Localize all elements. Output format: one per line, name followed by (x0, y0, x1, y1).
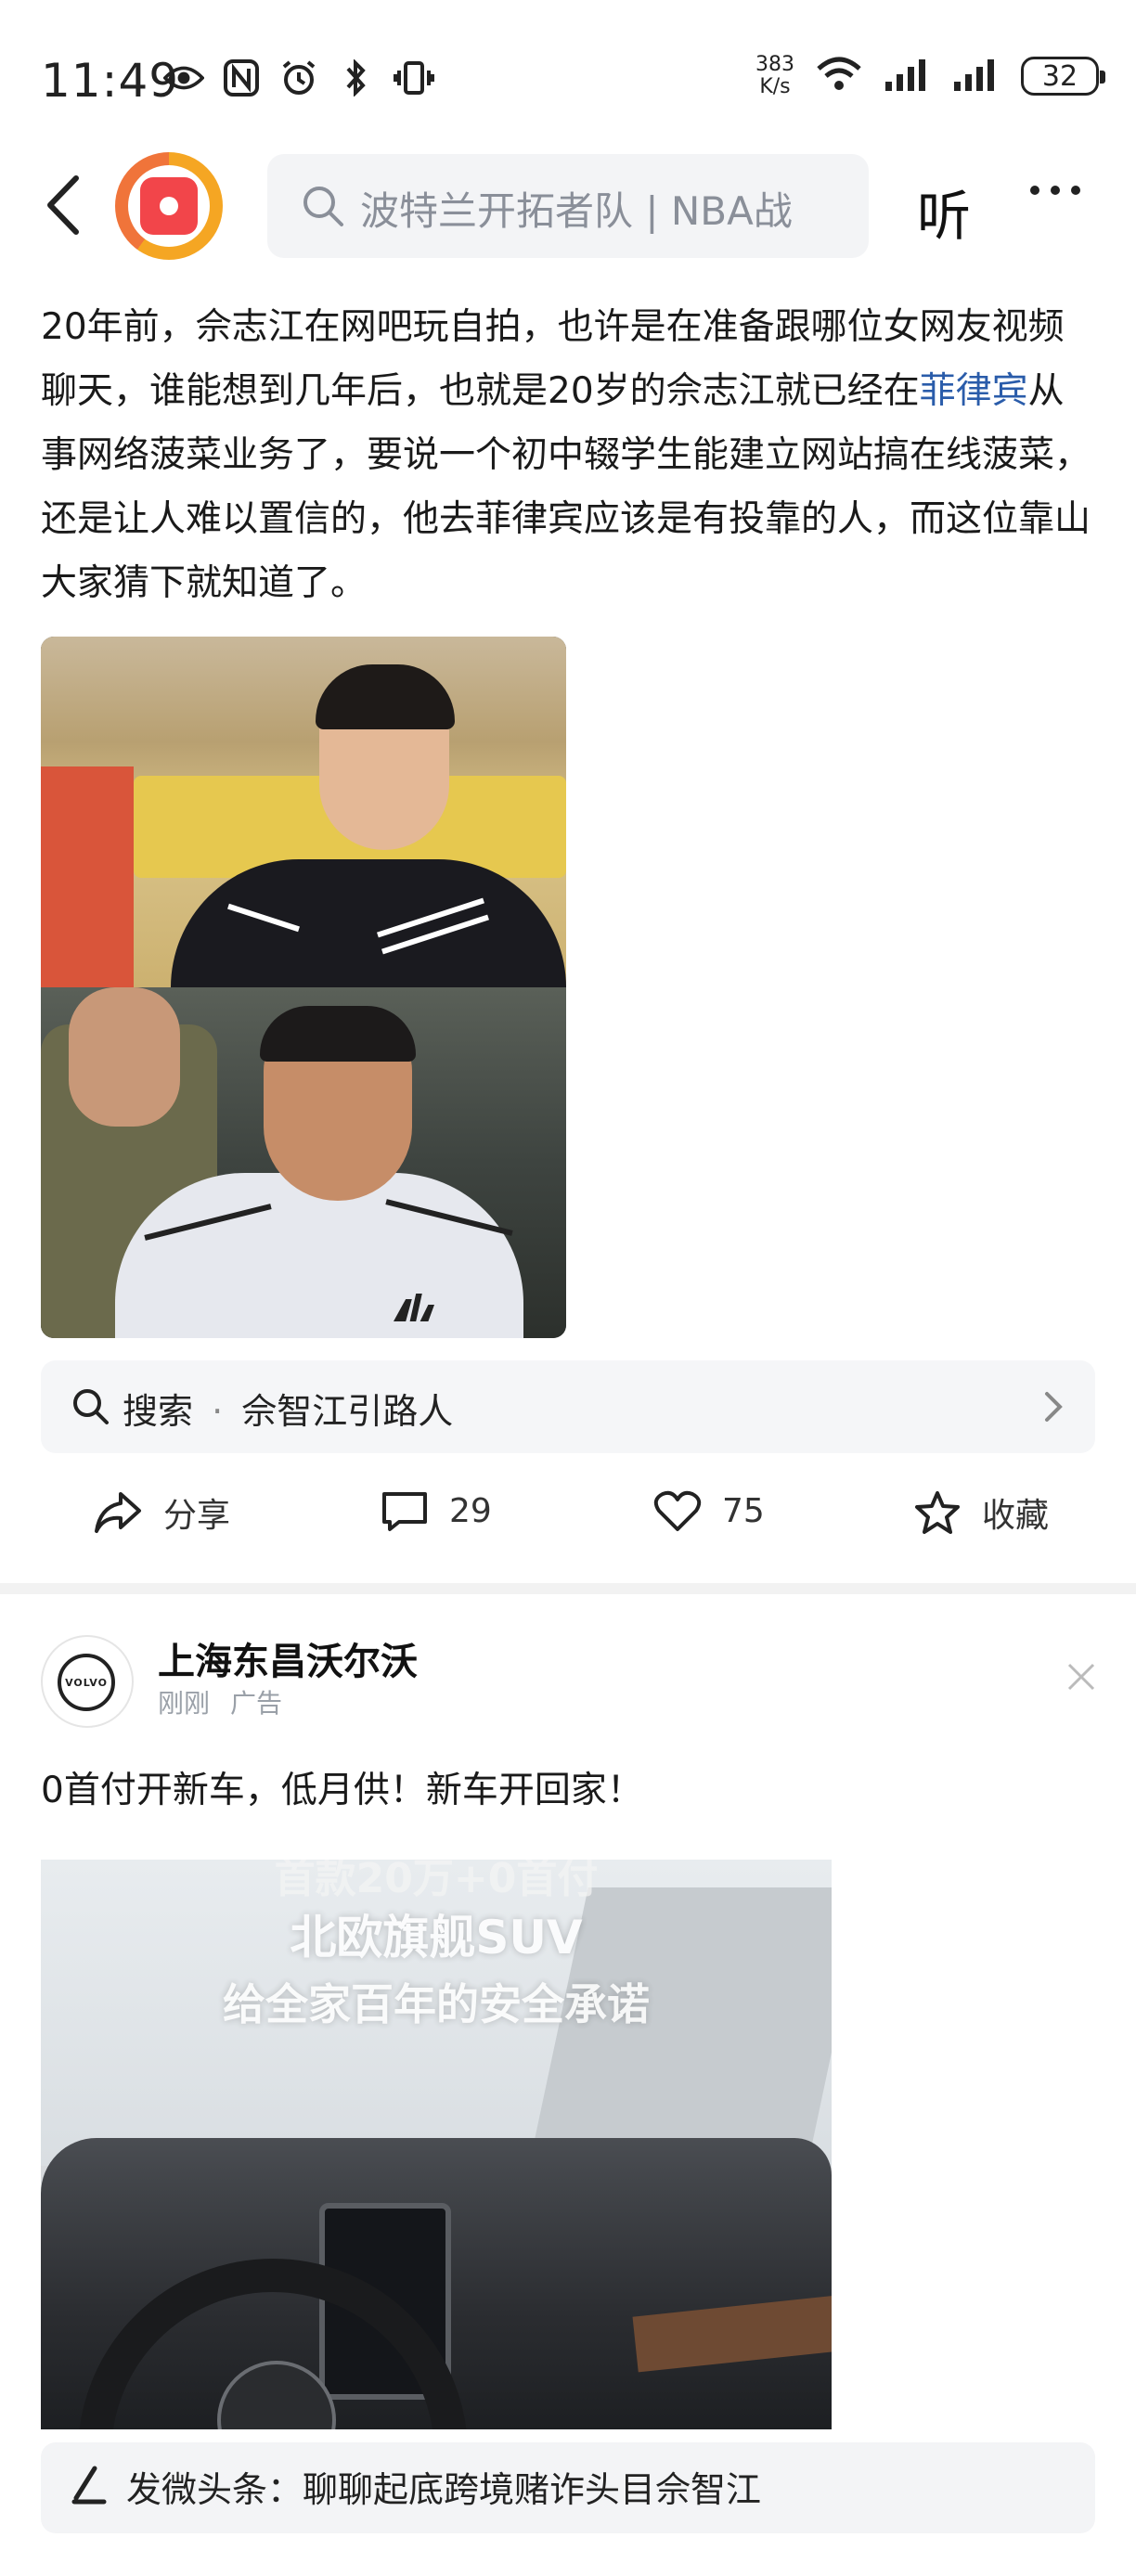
volvo-logo: VOLVO (58, 1654, 115, 1711)
comment-count: 29 (449, 1491, 492, 1530)
separator: · (212, 1391, 224, 1432)
image-top-half (41, 637, 566, 987)
share-label: 分享 (163, 1497, 231, 1535)
net-speed: 383 K/s (755, 53, 794, 98)
ad-overlay-line3: 给全家百年的安全承诺 (223, 1979, 650, 2029)
dot-icon (1051, 186, 1060, 195)
ad-image[interactable]: 首款20万+0首付 北欧旗舰SUV 给全家百年的安全承诺 (41, 1860, 832, 2429)
more-menu-button[interactable] (1030, 186, 1080, 195)
dot-icon (1030, 186, 1039, 195)
article-body: 20年前，佘志江在网吧玩自拍，也许是在准备跟哪位女网友视频聊天，谁能想到几年后，… (41, 295, 1099, 615)
ad-time: 刚刚 (158, 1688, 211, 1719)
search-placeholder[interactable]: 波特兰开拓者队 | NBA战 (360, 180, 824, 237)
nfc-icon (221, 58, 262, 98)
advertiser-name[interactable]: 上海东昌沃尔沃 (158, 1631, 418, 1685)
status-icons-right: 383 K/s 32 (755, 53, 1105, 98)
image-bottom-half (41, 987, 566, 1338)
close-icon (1067, 1663, 1095, 1691)
like-button[interactable]: 75 (653, 1488, 765, 1533)
article-text-1: 20年前，佘志江在网吧玩自拍，也许是在准备跟哪位女网友视频聊天，谁能想到几年后，… (41, 306, 1065, 412)
share-icon (95, 1492, 141, 1533)
ad-meta: 刚刚 广告 (158, 1683, 303, 1720)
favorite-label: 收藏 (982, 1497, 1050, 1535)
dot-icon (1071, 186, 1080, 195)
like-count: 75 (722, 1491, 765, 1530)
ad-overlay-line2: 北欧旗舰SUV (290, 1911, 583, 1964)
chevron-right-icon (1043, 1390, 1064, 1427)
battery-indicator: 32 (1021, 57, 1105, 96)
alarm-icon (278, 58, 319, 98)
comment-button[interactable]: 29 (381, 1488, 492, 1533)
ad-text[interactable]: 0首付开新车，低月供！新车开回家！ (41, 1761, 643, 1813)
pen-icon (71, 2465, 108, 2509)
compose-post-text[interactable]: 发微头条：聊聊起底跨境赌诈头目佘智江 (126, 2461, 761, 2512)
status-time: 11:49 (41, 54, 180, 108)
search-icon (71, 1386, 110, 1429)
search-icon (301, 184, 345, 232)
heart-icon (653, 1490, 702, 1531)
bluetooth-icon (336, 58, 377, 98)
related-search-prefix: 搜索 (123, 1391, 194, 1432)
ad-overlay-line1: 首款20万+0首付 (274, 1860, 599, 1902)
chevron-left-icon (47, 175, 79, 235)
wifi-icon (815, 56, 863, 97)
eye-icon (163, 58, 204, 98)
status-bar: 11:49 383 K/s 32 (0, 0, 1136, 158)
section-divider (0, 1583, 1136, 1594)
star-icon (915, 1491, 960, 1534)
article-image[interactable] (41, 637, 566, 1338)
article-link[interactable]: 菲律宾 (920, 370, 1028, 412)
listen-button[interactable]: 听 (917, 173, 971, 251)
signal-icon (884, 56, 932, 97)
comment-icon (382, 1492, 427, 1531)
share-button[interactable]: 分享 (93, 1488, 230, 1537)
ad-tag: 广告 (230, 1688, 283, 1719)
favorite-button[interactable]: 收藏 (913, 1488, 1049, 1537)
vibrate-icon (394, 58, 434, 98)
related-search-query: 佘智江引路人 (241, 1391, 454, 1432)
close-ad-button[interactable] (1065, 1661, 1097, 1696)
status-icons-left (163, 58, 434, 98)
back-button[interactable] (43, 173, 84, 241)
signal-icon-2 (952, 56, 1000, 97)
related-search-text[interactable]: 搜索 · 佘智江引路人 (123, 1383, 453, 1434)
